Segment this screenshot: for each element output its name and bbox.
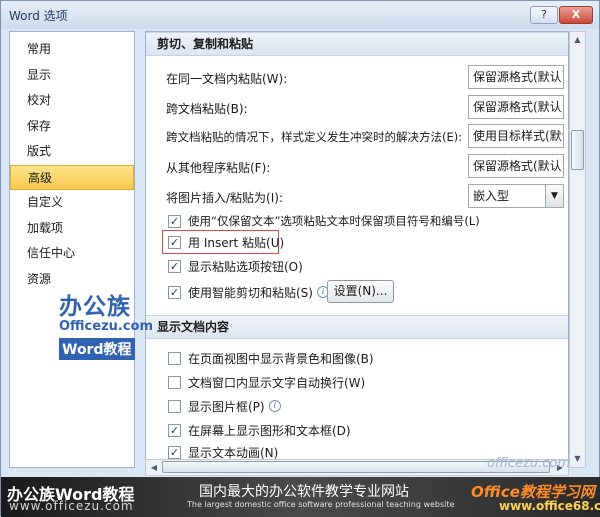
sidebar-item-trust-center[interactable]: 信任中心 xyxy=(10,241,134,267)
use-insert-paste-label: 用 Insert 粘贴(U) xyxy=(188,235,285,250)
title-bar: Word 选项 ? X xyxy=(1,1,599,29)
sidebar: 常用 显示 校对 保存 版式 高级 自定义 加载项 信任中心 资源 xyxy=(9,31,135,468)
sidebar-item-customize[interactable]: 自定义 xyxy=(10,190,134,216)
paste-same-document-select[interactable]: 保留源格式(默认) xyxy=(468,65,564,89)
text-wrap-checkbox[interactable] xyxy=(168,375,181,389)
sidebar-item-resources[interactable]: 资源 xyxy=(10,267,134,293)
chevron-down-icon[interactable]: ▼ xyxy=(545,184,564,208)
text-wrap-option[interactable]: 文档窗口内显示文字自动换行(W) xyxy=(168,373,365,391)
insert-picture-as-label: 将图片插入/粘贴为(I): xyxy=(166,191,283,205)
footer-url: www.officezu.com xyxy=(9,499,134,513)
section-header-cut-copy-paste: 剪切、复制和粘贴 xyxy=(146,32,568,56)
close-button[interactable]: X xyxy=(559,6,593,24)
info-icon[interactable]: i xyxy=(268,400,281,412)
smart-cut-paste-option[interactable]: ✓ 使用智能剪切和粘贴(S) i xyxy=(168,283,329,301)
sidebar-item-advanced[interactable]: 高级 xyxy=(10,164,134,190)
help-button[interactable]: ? xyxy=(530,6,558,24)
show-background-option[interactable]: 在页面视图中显示背景色和图像(B) xyxy=(168,349,374,367)
vertical-scrollbar[interactable]: ▲ ▼ xyxy=(569,31,586,468)
picture-placeholders-label: 显示图片框(P) xyxy=(188,399,265,414)
sidebar-item-common[interactable]: 常用 xyxy=(10,37,134,63)
footer-banner: 办公族Word教程 www.officezu.com 国内最大的办公软件教学专业… xyxy=(1,477,600,517)
sidebar-item-save[interactable]: 保存 xyxy=(10,114,134,140)
watermark-logo-tag: Word教程 xyxy=(59,338,135,360)
options-panel: 剪切、复制和粘贴 在同一文档内粘贴(W): 保留源格式(默认) 跨文档粘贴(B)… xyxy=(145,31,569,468)
paste-other-programs-label: 从其他程序粘贴(F): xyxy=(166,161,271,175)
scroll-left-icon[interactable]: ◀ xyxy=(146,460,162,475)
sidebar-item-addins[interactable]: 加载项 xyxy=(10,216,134,242)
use-insert-paste-checkbox[interactable]: ✓ xyxy=(168,235,181,249)
watermark-logo-name: 办公族 xyxy=(59,294,131,320)
scroll-up-icon[interactable]: ▲ xyxy=(570,32,585,48)
vertical-scroll-thumb[interactable] xyxy=(571,130,584,170)
footer-right-url: www.office68.com xyxy=(499,499,600,513)
footer-tagline-cn: 国内最大的办公软件教学专业网站 xyxy=(199,484,409,500)
paste-between-documents-select[interactable]: 保留源格式(默认) xyxy=(468,95,564,119)
style-conflict-select[interactable]: 使用目标样式(默认) xyxy=(468,124,564,148)
paste-same-document-label: 在同一文档内粘贴(W): xyxy=(166,72,288,86)
show-drawings-option[interactable]: ✓ 在屏幕上显示图形和文本框(D) xyxy=(168,421,351,439)
window-title: Word 选项 xyxy=(9,9,68,23)
watermark-corner: officezu.com xyxy=(487,456,571,471)
keep-bullets-label: 使用“仅保留文本”选项粘贴文本时保留项目符号和编号(L) xyxy=(188,214,480,228)
footer-tagline-en: The largest domestic office software pro… xyxy=(187,500,455,509)
smart-cut-paste-label: 使用智能剪切和粘贴(S) xyxy=(188,285,313,300)
paste-other-programs-select[interactable]: 保留源格式(默认) xyxy=(468,154,564,178)
smart-cut-paste-checkbox[interactable]: ✓ xyxy=(168,285,181,299)
text-animation-checkbox[interactable]: ✓ xyxy=(168,445,181,459)
keep-bullets-checkbox[interactable]: ✓ xyxy=(168,214,181,228)
show-drawings-checkbox[interactable]: ✓ xyxy=(168,423,181,437)
keep-bullets-option[interactable]: ✓ 使用“仅保留文本”选项粘贴文本时保留项目符号和编号(L) xyxy=(168,212,480,230)
show-paste-options-option[interactable]: ✓ 显示粘贴选项按钮(O) xyxy=(168,257,303,275)
settings-button[interactable]: 设置(N)... xyxy=(327,280,394,303)
paste-between-documents-label: 跨文档粘贴(B): xyxy=(166,102,248,116)
show-background-checkbox[interactable] xyxy=(168,351,181,365)
show-drawings-label: 在屏幕上显示图形和文本框(D) xyxy=(188,423,351,438)
show-paste-options-label: 显示粘贴选项按钮(O) xyxy=(188,259,303,274)
sidebar-item-display[interactable]: 显示 xyxy=(10,63,134,89)
word-options-window: Word 选项 ? X 常用 显示 校对 保存 版式 高级 自定义 加载项 信任… xyxy=(0,0,600,517)
scroll-down-icon[interactable]: ▼ xyxy=(570,451,585,467)
watermark-logo-url: Officezu.com xyxy=(59,319,154,334)
text-wrap-label: 文档窗口内显示文字自动换行(W) xyxy=(188,375,366,390)
sidebar-item-proofing[interactable]: 校对 xyxy=(10,88,134,114)
text-animation-label: 显示文本动画(N) xyxy=(188,445,279,460)
show-paste-options-checkbox[interactable]: ✓ xyxy=(168,259,181,273)
section-header-show-document-content: 显示文档内容 xyxy=(146,315,568,339)
picture-placeholders-checkbox[interactable] xyxy=(168,399,181,413)
picture-placeholders-option[interactable]: 显示图片框(P) i xyxy=(168,397,281,415)
show-background-label: 在页面视图中显示背景色和图像(B) xyxy=(188,351,374,366)
sidebar-item-layout[interactable]: 版式 xyxy=(10,139,134,165)
use-insert-paste-option[interactable]: ✓ 用 Insert 粘贴(U) xyxy=(168,233,284,251)
style-conflict-label: 跨文档粘贴的情况下，样式定义发生冲突时的解决方法(E): xyxy=(166,130,463,144)
watermark-logo: 办公族 Officezu.com Word教程 xyxy=(59,295,159,360)
